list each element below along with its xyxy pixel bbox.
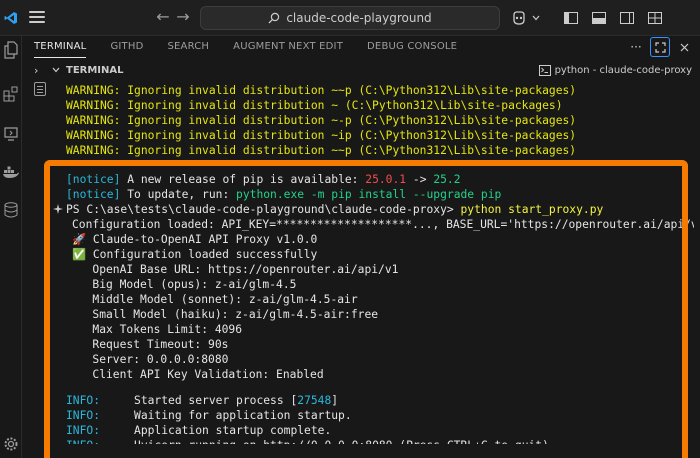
terminal-session-name: python - claude-code-proxy <box>554 64 692 76</box>
close-icon <box>680 43 688 51</box>
terminal-section-header[interactable]: › TERMINAL python - claude-code-proxy <box>22 60 700 80</box>
close-panel-button[interactable] <box>674 37 694 57</box>
layout-icon[interactable] <box>644 7 666 29</box>
menu-icon[interactable] <box>26 6 48 28</box>
output-line: WARNING: Ignoring invalid distribution ~… <box>66 84 577 97</box>
output-line: WARNING: Ignoring invalid distribution ~… <box>66 144 577 157</box>
tab-debug-console[interactable]: DEBUG CONSOLE <box>355 36 469 58</box>
terminal-session[interactable]: python - claude-code-proxy <box>538 62 692 78</box>
search-text: claude-code-playground <box>286 11 432 25</box>
docker-icon[interactable] <box>0 160 22 184</box>
copilot-icon[interactable] <box>508 7 530 29</box>
chevron-down-icon[interactable] <box>530 7 542 29</box>
maximize-icon <box>654 41 666 53</box>
search-icon <box>268 12 280 24</box>
tab-search[interactable]: SEARCH <box>155 36 221 58</box>
chevron-down-icon[interactable] <box>52 65 60 76</box>
title-bar: ← → claude-code-playground <box>0 0 700 36</box>
command-center-search[interactable]: claude-code-playground <box>200 6 500 30</box>
highlight-box <box>44 160 688 458</box>
toggle-panel-icon[interactable] <box>588 7 610 29</box>
forward-arrow-icon[interactable]: → <box>172 6 194 28</box>
chevron-right-icon[interactable]: › <box>34 64 38 77</box>
tab-augment-next-edit[interactable]: AUGMENT NEXT EDIT <box>221 36 355 58</box>
activity-bar <box>0 36 22 458</box>
settings-gear-icon[interactable] <box>0 432 22 456</box>
terminal-section-label: TERMINAL <box>66 64 124 76</box>
panel-header: TERMINAL GITHD SEARCH AUGMENT NEXT EDIT … <box>22 36 700 58</box>
toggle-secondary-sidebar-icon[interactable] <box>616 7 638 29</box>
output-line: WARNING: Ignoring invalid distribution ~… <box>66 114 577 127</box>
tab-terminal[interactable]: TERMINAL <box>22 36 98 58</box>
vscode-logo-icon <box>0 0 22 36</box>
explorer-icon[interactable] <box>0 38 22 62</box>
terminal-icon <box>538 64 551 76</box>
more-actions-button[interactable]: ··· <box>626 37 646 57</box>
terminal-scrollbar[interactable] <box>694 80 700 458</box>
terminal-gutter-icon[interactable] <box>34 82 46 96</box>
remote-explorer-icon[interactable] <box>0 122 22 146</box>
toggle-sidebar-icon[interactable] <box>560 7 582 29</box>
extensions-icon[interactable] <box>0 82 22 106</box>
database-icon[interactable] <box>0 198 22 222</box>
output-line: WARNING: Ignoring invalid distribution ~… <box>66 129 577 142</box>
back-arrow-icon[interactable]: ← <box>152 6 174 28</box>
maximize-panel-button[interactable] <box>650 37 670 57</box>
tab-githd[interactable]: GITHD <box>98 36 155 58</box>
output-line: WARNING: Ignoring invalid distribution ~… <box>66 99 563 112</box>
